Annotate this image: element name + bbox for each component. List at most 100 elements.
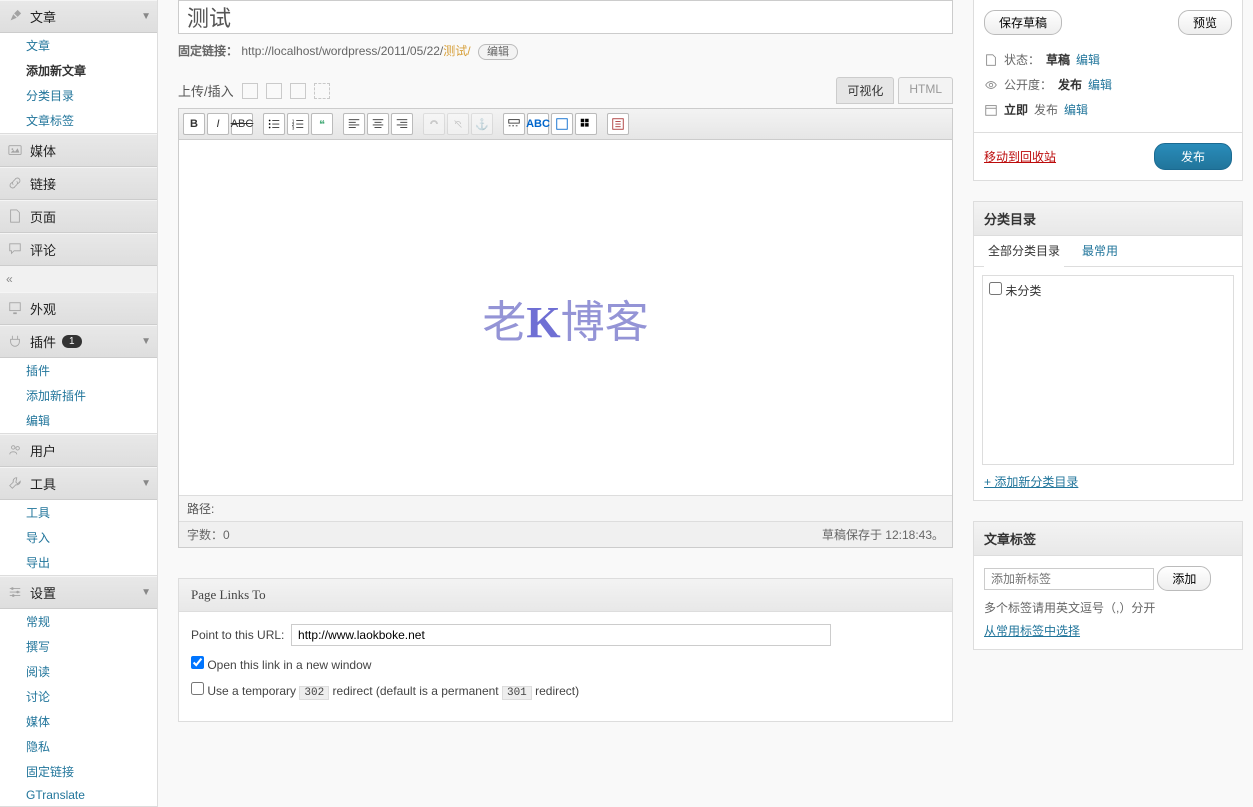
more-button[interactable] bbox=[503, 113, 525, 135]
submenu-settings-writing[interactable]: 撰写 bbox=[0, 634, 157, 659]
category-checkbox-uncategorized[interactable] bbox=[989, 282, 1002, 295]
edit-permalink-button[interactable]: 编辑 bbox=[478, 44, 518, 60]
ul-button[interactable] bbox=[263, 113, 285, 135]
submenu-settings-privacy[interactable]: 隐私 bbox=[0, 734, 157, 759]
quote-button[interactable]: ❝ bbox=[311, 113, 333, 135]
submenu-settings-gtranslate[interactable]: GTranslate bbox=[0, 784, 157, 806]
point-url-input[interactable] bbox=[291, 624, 831, 646]
choose-popular-tags-link[interactable]: 从常用标签中选择 bbox=[984, 622, 1080, 639]
comment-icon bbox=[8, 242, 24, 258]
chevron-down-icon: ▼ bbox=[141, 478, 151, 489]
cat-tab-popular[interactable]: 最常用 bbox=[1078, 236, 1122, 266]
right-sidebar: 保存草稿 预览 状态：草稿 编辑 公开度：发布 编辑 立即发布 编辑 bbox=[973, 0, 1253, 807]
add-media-icon[interactable] bbox=[314, 83, 330, 99]
menu-links[interactable]: 链接 bbox=[0, 167, 157, 200]
word-count: 字数：0 bbox=[187, 526, 230, 543]
strike-button[interactable]: ABC bbox=[231, 113, 253, 135]
pin-icon bbox=[8, 9, 24, 25]
ol-button[interactable]: 123 bbox=[287, 113, 309, 135]
menu-posts[interactable]: 文章 ▼ bbox=[0, 0, 157, 33]
open-new-window-checkbox[interactable] bbox=[191, 656, 204, 669]
submenu-settings-permalinks[interactable]: 固定链接 bbox=[0, 759, 157, 784]
menu-appearance[interactable]: 外观 bbox=[0, 292, 157, 325]
tools-icon bbox=[8, 476, 24, 492]
move-to-trash-link[interactable]: 移动到回收站 bbox=[984, 148, 1056, 165]
new-tag-input[interactable] bbox=[984, 568, 1154, 590]
align-right-button[interactable] bbox=[391, 113, 413, 135]
visibility-icon bbox=[984, 78, 998, 92]
italic-button[interactable]: I bbox=[207, 113, 229, 135]
submenu-settings-reading[interactable]: 阅读 bbox=[0, 659, 157, 684]
submenu-tools-main[interactable]: 工具 bbox=[0, 500, 157, 525]
autosave-status: 草稿保存于 12:18:43。 bbox=[822, 526, 944, 543]
menu-posts-label: 文章 bbox=[30, 7, 56, 26]
temp-redirect-checkbox[interactable] bbox=[191, 682, 204, 695]
menu-comments[interactable]: 评论 bbox=[0, 233, 157, 266]
menu-settings[interactable]: 设置▼ bbox=[0, 576, 157, 609]
align-left-button[interactable] bbox=[343, 113, 365, 135]
page-icon bbox=[8, 209, 24, 225]
bold-button[interactable]: B bbox=[183, 113, 205, 135]
media-icon bbox=[8, 143, 24, 159]
toggle-toolbar-button[interactable] bbox=[607, 113, 629, 135]
menu-users[interactable]: 用户 bbox=[0, 434, 157, 467]
edit-status-link[interactable]: 编辑 bbox=[1076, 51, 1100, 68]
add-new-category-link[interactable]: + 添加新分类目录 bbox=[984, 475, 1078, 489]
kitchen-sink-button[interactable] bbox=[575, 113, 597, 135]
add-tag-button[interactable]: 添加 bbox=[1157, 566, 1211, 591]
main-content: 固定链接： http://localhost/wordpress/2011/05… bbox=[158, 0, 973, 807]
tab-html[interactable]: HTML bbox=[898, 77, 953, 104]
settings-icon bbox=[8, 585, 24, 601]
submenu-plugins-edit[interactable]: 编辑 bbox=[0, 408, 157, 433]
save-draft-button[interactable]: 保存草稿 bbox=[984, 10, 1062, 35]
editor-toolbar: B I ABC 123 ❝ ⚓ ABC bbox=[179, 109, 952, 140]
permalink-row: 固定链接： http://localhost/wordpress/2011/05… bbox=[178, 42, 953, 59]
fullscreen-button[interactable] bbox=[551, 113, 573, 135]
add-image-icon[interactable] bbox=[242, 83, 258, 99]
anchor-button[interactable]: ⚓ bbox=[471, 113, 493, 135]
editor-content[interactable]: 老K博客 bbox=[179, 140, 952, 495]
cat-tab-all[interactable]: 全部分类目录 bbox=[984, 236, 1064, 267]
submenu-posts-all[interactable]: 文章 bbox=[0, 33, 157, 58]
spellcheck-button[interactable]: ABC bbox=[527, 113, 549, 135]
users-icon bbox=[8, 443, 24, 459]
media-upload-area: 上传/插入 bbox=[178, 81, 330, 100]
submenu-settings-discussion[interactable]: 讨论 bbox=[0, 684, 157, 709]
unlink-button[interactable] bbox=[447, 113, 469, 135]
submenu-posts-new[interactable]: 添加新文章 bbox=[0, 58, 157, 83]
submenu-tools-import[interactable]: 导入 bbox=[0, 525, 157, 550]
submenu-posts-categories[interactable]: 分类目录 bbox=[0, 83, 157, 108]
point-url-label: Point to this URL: bbox=[191, 628, 284, 642]
edit-schedule-link[interactable]: 编辑 bbox=[1064, 101, 1088, 118]
submenu-plugins-all[interactable]: 插件 bbox=[0, 358, 157, 383]
tags-box: 文章标签 添加 多个标签请用英文逗号（,）分开 从常用标签中选择 bbox=[973, 521, 1243, 650]
edit-visibility-link[interactable]: 编辑 bbox=[1088, 76, 1112, 93]
page-links-to-box: Page Links To Point to this URL: Open th… bbox=[178, 578, 953, 722]
submenu-posts-tags[interactable]: 文章标签 bbox=[0, 108, 157, 133]
collapse-menu-button[interactable]: « bbox=[0, 266, 157, 292]
post-title-input[interactable] bbox=[178, 0, 953, 34]
category-list[interactable]: 未分类 bbox=[982, 275, 1234, 465]
publish-button[interactable]: 发布 bbox=[1154, 143, 1232, 170]
submenu-settings-general[interactable]: 常规 bbox=[0, 609, 157, 634]
admin-sidebar: 文章 ▼ 文章 添加新文章 分类目录 文章标签 媒体 链接 页面 评论 « 外观… bbox=[0, 0, 158, 807]
plugin-icon bbox=[8, 334, 24, 350]
preview-button[interactable]: 预览 bbox=[1178, 10, 1232, 35]
menu-tools[interactable]: 工具▼ bbox=[0, 467, 157, 500]
add-video-icon[interactable] bbox=[266, 83, 282, 99]
menu-media[interactable]: 媒体 bbox=[0, 134, 157, 167]
chevron-down-icon: ▼ bbox=[141, 336, 151, 347]
menu-plugins[interactable]: 插件 1 ▼ bbox=[0, 325, 157, 358]
chevron-down-icon: ▼ bbox=[141, 11, 151, 22]
chevron-down-icon: ▼ bbox=[141, 587, 151, 598]
menu-pages[interactable]: 页面 bbox=[0, 200, 157, 233]
publish-box: 保存草稿 预览 状态：草稿 编辑 公开度：发布 编辑 立即发布 编辑 bbox=[973, 0, 1243, 181]
tab-visual[interactable]: 可视化 bbox=[836, 77, 894, 104]
add-audio-icon[interactable] bbox=[290, 83, 306, 99]
submenu-plugins-new[interactable]: 添加新插件 bbox=[0, 383, 157, 408]
submenu-tools-export[interactable]: 导出 bbox=[0, 550, 157, 575]
align-center-button[interactable] bbox=[367, 113, 389, 135]
tag-hint: 多个标签请用英文逗号（,）分开 bbox=[984, 599, 1232, 616]
link-button[interactable] bbox=[423, 113, 445, 135]
submenu-settings-media[interactable]: 媒体 bbox=[0, 709, 157, 734]
